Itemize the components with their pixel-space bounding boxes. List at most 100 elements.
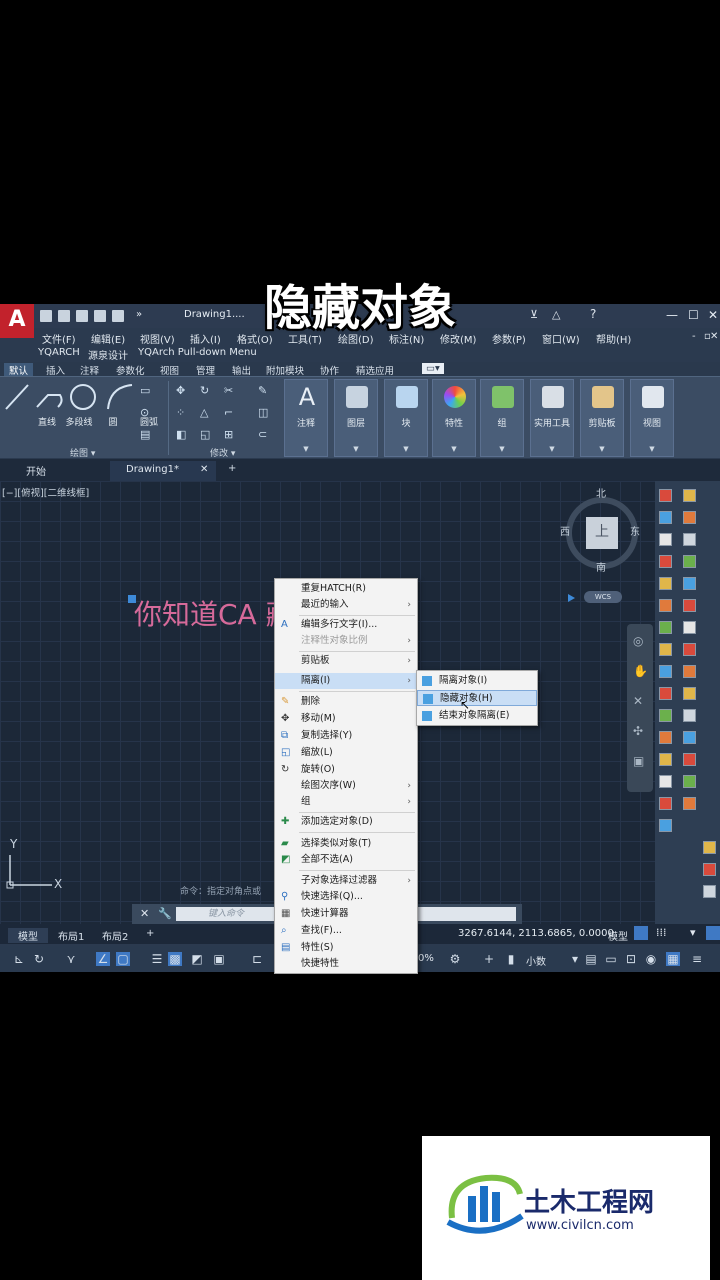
grip-arrow-icon[interactable] bbox=[568, 594, 575, 602]
model-space-toggle[interactable]: 模型 bbox=[608, 928, 628, 943]
lock-ui-icon[interactable]: ▭ bbox=[604, 952, 618, 966]
tab-parametric[interactable]: 参数化 bbox=[116, 363, 145, 377]
offset-icon[interactable]: ⊂ bbox=[258, 429, 270, 441]
copy-icon[interactable]: ⁘ bbox=[176, 407, 188, 419]
stretch-icon[interactable]: ◧ bbox=[176, 429, 188, 441]
status-customize-icon[interactable]: ≡ bbox=[690, 952, 704, 966]
compass-south[interactable]: 南 bbox=[596, 559, 606, 574]
units-icon[interactable]: ▮ bbox=[504, 952, 518, 966]
ctx-erase[interactable]: ✎ 删除 bbox=[275, 694, 417, 710]
annotation-monitor-icon[interactable]: + bbox=[482, 952, 496, 966]
hardware-acceleration-icon[interactable]: ◉ bbox=[644, 952, 658, 966]
move-icon[interactable]: ✥ bbox=[176, 385, 188, 397]
quick-properties-icon[interactable]: ▤ bbox=[584, 952, 598, 966]
ctx-isolate[interactable]: 隔离(I) › bbox=[275, 673, 417, 689]
ctx-draw-order[interactable]: 绘图次序(W) › bbox=[275, 778, 417, 794]
ctx-recent-input[interactable]: 最近的输入 › bbox=[275, 597, 417, 613]
tab-insert[interactable]: 插入 bbox=[46, 363, 65, 377]
trim-icon[interactable]: ✂ bbox=[224, 385, 236, 397]
ctx-edit-mtext[interactable]: A 编辑多行文字(I)... bbox=[275, 617, 417, 633]
tab-collaborate[interactable]: 协作 bbox=[320, 363, 339, 377]
clipboard-button[interactable]: 剪贴板 ▼ bbox=[580, 379, 624, 457]
tab-start[interactable]: 开始 bbox=[26, 463, 46, 478]
rotate-icon[interactable]: ↻ bbox=[200, 385, 212, 397]
status-menu-icon[interactable]: ▾ bbox=[690, 926, 696, 939]
menu-yqarch-pulldown[interactable]: YQArch Pull-down Menu bbox=[138, 347, 257, 358]
showmotion-icon[interactable]: ▣ bbox=[633, 754, 644, 768]
palette-tool-icon[interactable] bbox=[683, 709, 696, 722]
explode-icon[interactable]: ◫ bbox=[258, 407, 270, 419]
viewport-controls[interactable]: [−][俯视][二维线框] bbox=[2, 485, 89, 499]
palette-tool-icon[interactable] bbox=[683, 797, 696, 810]
ctx-select-similar[interactable]: ▰ 选择类似对象(T) bbox=[275, 836, 417, 852]
ribbon-options-icon[interactable]: ▭▾ bbox=[422, 363, 444, 374]
annotation-button[interactable]: A 注释 ▼ bbox=[284, 379, 328, 457]
utilities-button[interactable]: 实用工具 ▼ bbox=[530, 379, 574, 457]
3d-snap-icon[interactable]: ▣ bbox=[212, 952, 226, 966]
object-snap-tracking-icon[interactable]: ∠ bbox=[96, 952, 110, 966]
tab-drawing1[interactable]: Drawing1* ✕ bbox=[110, 461, 216, 481]
palette-tool-icon[interactable] bbox=[683, 731, 696, 744]
palette-tool-icon[interactable] bbox=[659, 511, 672, 524]
palette-tool-icon[interactable] bbox=[683, 511, 696, 524]
snap-icon[interactable]: ⁞⁞⁞ bbox=[656, 926, 667, 939]
submenu-hide-objects[interactable]: 隐藏对象(H) bbox=[417, 690, 537, 706]
menu-yqarch[interactable]: YQARCH bbox=[38, 347, 80, 358]
dynamic-ucs-icon[interactable]: ⊏ bbox=[250, 952, 264, 966]
workspace-gear-icon[interactable]: ⚙ bbox=[448, 952, 462, 966]
palette-tool-icon[interactable] bbox=[659, 621, 672, 634]
submenu-isolate-objects[interactable]: 隔离对象(I) bbox=[417, 673, 537, 689]
close-tab-icon[interactable]: ✕ bbox=[200, 464, 208, 475]
palette-tool-icon[interactable] bbox=[703, 863, 716, 876]
palette-tool-icon[interactable] bbox=[659, 775, 672, 788]
annotation-scale[interactable]: 0% bbox=[418, 953, 434, 964]
orbit-icon[interactable]: ✣ bbox=[633, 724, 643, 738]
grid-icon[interactable] bbox=[634, 926, 648, 940]
palette-tool-icon[interactable] bbox=[683, 599, 696, 612]
palette-tool-icon[interactable] bbox=[683, 753, 696, 766]
ctx-annotative-scale[interactable]: 注释性对象比例 › bbox=[275, 633, 417, 649]
menu-yuanquan[interactable]: 源泉设计 bbox=[88, 347, 128, 362]
palette-tool-icon[interactable] bbox=[659, 709, 672, 722]
hatch-icon[interactable]: ▤ bbox=[140, 429, 152, 441]
ctx-find[interactable]: ⌕ 查找(F)... bbox=[275, 923, 417, 939]
circle-tool[interactable]: 圆 bbox=[68, 381, 118, 428]
palette-tool-icon[interactable] bbox=[683, 577, 696, 590]
viewcube-top-face[interactable]: 上 bbox=[586, 517, 618, 549]
view-button[interactable]: 视图 ▼ bbox=[630, 379, 674, 457]
viewcube[interactable]: 上 北 南 东 西 bbox=[560, 489, 640, 574]
palette-tool-icon[interactable] bbox=[683, 775, 696, 788]
draw-group-label[interactable]: 绘图 ▾ bbox=[70, 446, 95, 459]
close-command-icon[interactable]: ✕ bbox=[140, 907, 149, 920]
palette-tool-icon[interactable] bbox=[683, 489, 696, 502]
ctx-copy-selection[interactable]: ⧉ 复制选择(Y) bbox=[275, 728, 417, 744]
array-icon[interactable]: ⊞ bbox=[224, 429, 236, 441]
clean-screen-icon[interactable]: ▦ bbox=[666, 952, 680, 966]
compass-east[interactable]: 东 bbox=[630, 523, 640, 538]
palette-tool-icon[interactable] bbox=[659, 731, 672, 744]
zoom-extents-icon[interactable]: ✕ bbox=[633, 694, 643, 708]
ctx-quick-select[interactable]: ⚲ 快速选择(Q)... bbox=[275, 889, 417, 905]
tab-manage[interactable]: 管理 bbox=[196, 363, 215, 377]
palette-tool-icon[interactable] bbox=[659, 665, 672, 678]
customize-wrench-icon[interactable]: 🔧 bbox=[158, 907, 172, 920]
lineweight-icon[interactable]: ☰ bbox=[150, 952, 164, 966]
tab-output[interactable]: 输出 bbox=[232, 363, 251, 377]
transparency-icon[interactable]: ▩ bbox=[168, 952, 182, 966]
tab-default[interactable]: 默认 bbox=[4, 363, 34, 377]
customization-icon[interactable] bbox=[706, 926, 720, 940]
isolate-objects-icon[interactable]: ⊡ bbox=[624, 952, 638, 966]
fillet-icon[interactable]: ⌐ bbox=[224, 407, 236, 419]
palette-tool-icon[interactable] bbox=[683, 555, 696, 568]
palette-tool-icon[interactable] bbox=[703, 841, 716, 854]
palette-tool-icon[interactable] bbox=[659, 819, 672, 832]
ctx-rotate[interactable]: ↻ 旋转(O) bbox=[275, 762, 417, 778]
polar-icon[interactable]: ↻ bbox=[32, 952, 46, 966]
palette-tool-icon[interactable] bbox=[659, 687, 672, 700]
palette-tool-icon[interactable] bbox=[683, 643, 696, 656]
palette-tool-icon[interactable] bbox=[659, 577, 672, 590]
chevron-down-icon[interactable]: ▾ bbox=[568, 952, 582, 966]
ctx-add-selected[interactable]: ✚ 添加选定对象(D) bbox=[275, 814, 417, 830]
palette-tool-icon[interactable] bbox=[659, 533, 672, 546]
selection-cycling-icon[interactable]: ◩ bbox=[190, 952, 204, 966]
